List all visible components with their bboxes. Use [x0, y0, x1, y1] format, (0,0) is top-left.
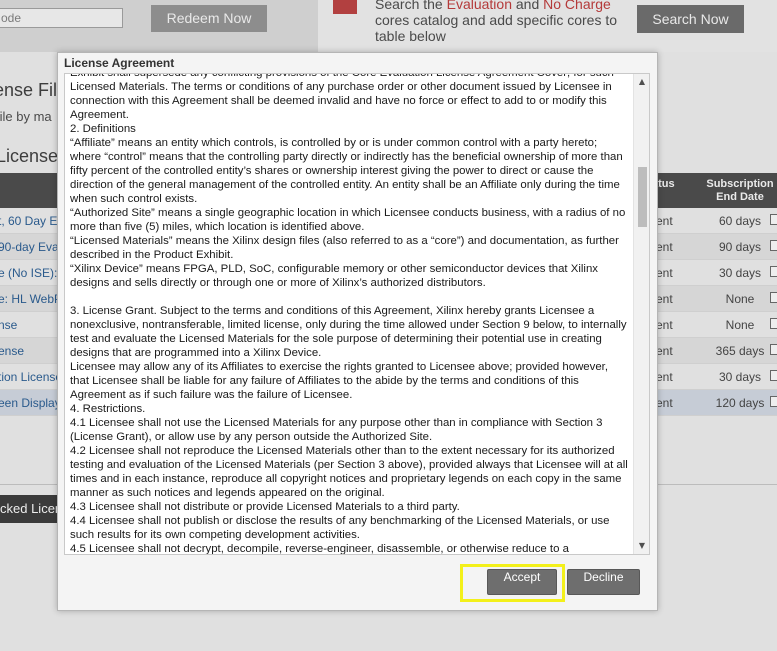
- row-checkbox[interactable]: [770, 240, 777, 251]
- row-end-date: 30 days: [718, 370, 762, 384]
- row-status: ent: [656, 214, 673, 228]
- row-license-name[interactable]: e: HL WebP: [0, 292, 62, 306]
- row-checkbox[interactable]: [770, 292, 777, 303]
- header-sub-line2: End Date: [716, 191, 764, 203]
- eval-text-suffix: cores catalog and add specific cores to …: [375, 12, 618, 44]
- redeem-now-button[interactable]: Redeem Now: [151, 5, 267, 32]
- row-end-date: 120 days: [715, 396, 765, 410]
- row-license-name[interactable]: e (No ISE):: [0, 266, 57, 280]
- eval-text-and: and: [512, 0, 544, 12]
- row-license-name[interactable]: een Display: [0, 396, 61, 410]
- agreement-text-area[interactable]: Exhibit shall supersede any conflicting …: [64, 73, 650, 555]
- license-agreement-dialog: License Agreement Exhibit shall supersed…: [57, 52, 658, 611]
- agreement-paragraph: 4.5 Licensee shall not decrypt, decompil…: [70, 543, 569, 555]
- row-license-name[interactable]: tion License: [0, 370, 62, 384]
- search-now-button[interactable]: Search Now: [637, 5, 744, 33]
- row-end-date: 90 days: [718, 240, 762, 254]
- agreement-blank-line: [70, 290, 628, 304]
- row-status: ent: [656, 318, 673, 332]
- no-charge-link[interactable]: No Charge: [543, 0, 611, 12]
- header-sub-line1: Subscription: [706, 178, 774, 190]
- row-end-date: 365 days: [715, 344, 765, 358]
- agreement-scrollbar[interactable]: ▲ ▼: [633, 74, 649, 554]
- evaluation-prompt: Search the Evaluation and No Charge core…: [375, 0, 635, 44]
- agreement-paragraph: “Xilinx Device” means FPGA, PLD, SoC, co…: [70, 263, 598, 289]
- row-end-date: 30 days: [718, 266, 762, 280]
- header-subscription-end-date: Subscription End Date: [703, 178, 777, 204]
- row-end-date: None: [725, 318, 755, 332]
- eval-text-prefix: Search the: [375, 0, 447, 12]
- agreement-paragraph: “Affiliate” means an entity which contro…: [70, 137, 623, 205]
- row-status: ent: [656, 266, 673, 280]
- row-end-date: None: [725, 292, 755, 306]
- scroll-down-arrow-icon[interactable]: ▼: [634, 538, 649, 554]
- agreement-paragraph: Exhibit shall supersede any conflicting …: [70, 73, 614, 121]
- agreement-paragraph: 4.4 Licensee shall not publish or disclo…: [70, 515, 610, 541]
- evaluation-link[interactable]: Evaluation: [447, 0, 512, 12]
- agreement-paragraph: “Licensed Materials” means the Xilinx de…: [70, 235, 619, 261]
- dialog-title: License Agreement: [64, 56, 175, 70]
- agreement-paragraph: 4. Restrictions.: [70, 403, 146, 415]
- scroll-thumb[interactable]: [638, 167, 647, 227]
- agreement-paragraph: Licensee may allow any of its Affiliates…: [70, 361, 608, 401]
- row-status: ent: [656, 292, 673, 306]
- agreement-paragraph: 2. Definitions: [70, 123, 136, 135]
- locked-license-button[interactable]: cked Licen: [0, 495, 60, 523]
- row-checkbox[interactable]: [770, 370, 777, 381]
- row-checkbox[interactable]: [770, 318, 777, 329]
- row-status: ent: [656, 240, 673, 254]
- row-license-name[interactable]: t, 60 Day E: [0, 214, 57, 228]
- agreement-paragraph: 3. License Grant. Subject to the terms a…: [70, 305, 627, 359]
- agreement-paragraph: 4.3 Licensee shall not distribute or pro…: [70, 501, 460, 513]
- agreement-paragraph: 4.2 Licensee shall not reproduce the Lic…: [70, 445, 628, 499]
- code-input[interactable]: ode: [0, 8, 123, 28]
- accept-button[interactable]: Accept: [487, 569, 557, 595]
- license-file-subtext: file by ma: [0, 109, 52, 124]
- row-license-name[interactable]: nse: [0, 318, 17, 332]
- agreement-paragraph: “Authorized Site” means a single geograp…: [70, 207, 626, 233]
- row-checkbox[interactable]: [770, 214, 777, 225]
- row-end-date: 60 days: [718, 214, 762, 228]
- row-license-name[interactable]: ense: [0, 344, 24, 358]
- row-checkbox[interactable]: [770, 344, 777, 355]
- decline-button[interactable]: Decline: [567, 569, 640, 595]
- scroll-up-arrow-icon[interactable]: ▲: [634, 74, 649, 90]
- row-status: ent: [656, 396, 673, 410]
- agreement-paragraph: 4.1 Licensee shall not use the Licensed …: [70, 417, 603, 443]
- row-status: ent: [656, 344, 673, 358]
- row-checkbox[interactable]: [770, 266, 777, 277]
- row-license-name[interactable]: 90-day Eval: [0, 240, 61, 254]
- license-section-heading: License: [0, 146, 59, 166]
- row-checkbox[interactable]: [770, 396, 777, 407]
- agreement-text: Exhibit shall supersede any conflicting …: [70, 73, 628, 555]
- row-status: ent: [656, 370, 673, 384]
- evaluation-icon: [333, 0, 357, 14]
